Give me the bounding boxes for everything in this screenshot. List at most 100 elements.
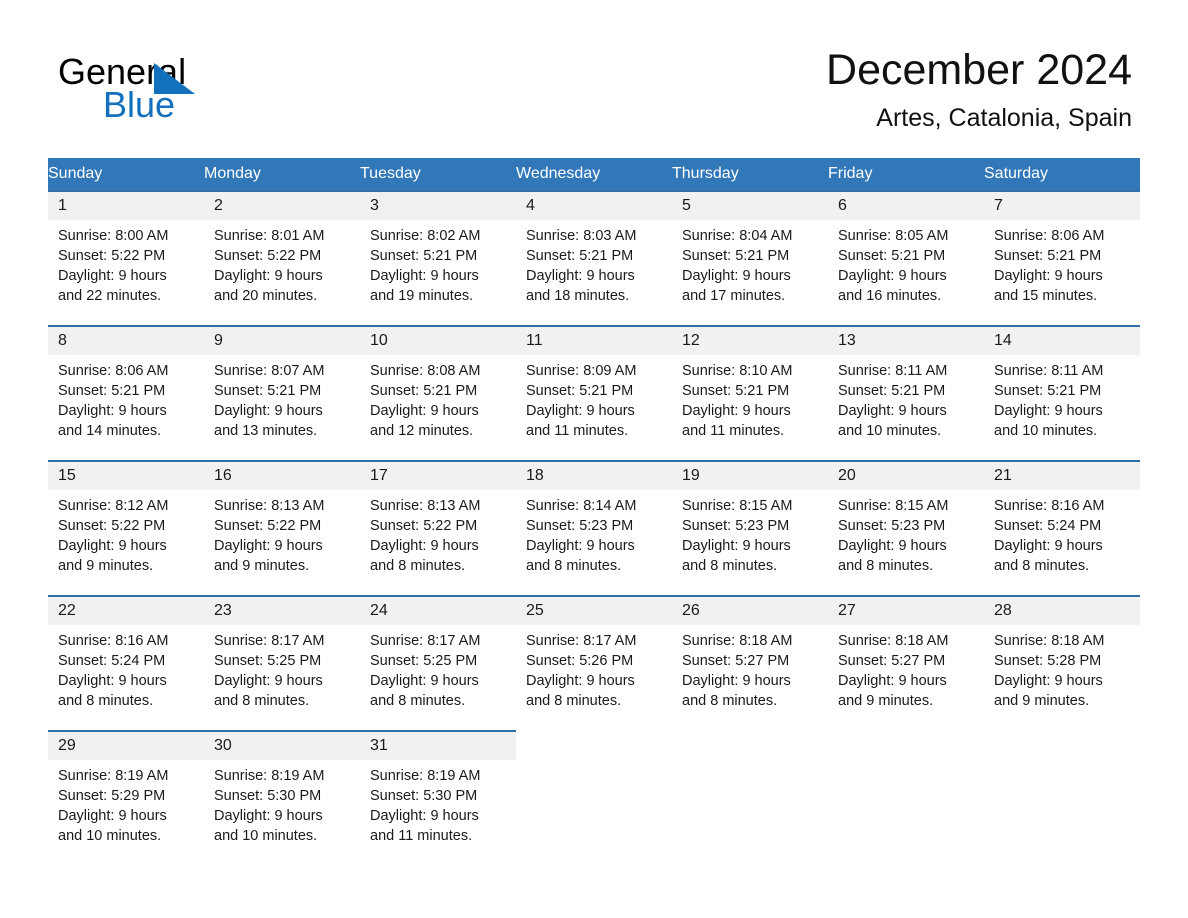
day-cell[interactable]: 24 Sunrise: 8:17 AM Sunset: 5:25 PM Dayl… xyxy=(360,595,516,731)
day-cell[interactable]: 18 Sunrise: 8:14 AM Sunset: 5:23 PM Dayl… xyxy=(516,460,672,596)
day-number: 16 xyxy=(204,462,360,490)
day-cell[interactable]: 19 Sunrise: 8:15 AM Sunset: 5:23 PM Dayl… xyxy=(672,460,828,596)
day-cell[interactable]: 2 Sunrise: 8:01 AM Sunset: 5:22 PM Dayli… xyxy=(204,190,360,326)
day-number: 18 xyxy=(516,462,672,490)
day-cell[interactable]: 10 Sunrise: 8:08 AM Sunset: 5:21 PM Dayl… xyxy=(360,325,516,461)
day-cell[interactable]: 31 Sunrise: 8:19 AM Sunset: 5:30 PM Dayl… xyxy=(360,730,516,866)
sunrise-text: Sunrise: 8:11 AM xyxy=(994,363,1104,379)
sunrise-text: Sunrise: 8:14 AM xyxy=(526,498,637,514)
sunset-text: Sunset: 5:22 PM xyxy=(370,518,478,534)
daylight-text: Daylight: 9 hours xyxy=(526,403,635,419)
day-cell[interactable]: 28 Sunrise: 8:18 AM Sunset: 5:28 PM Dayl… xyxy=(984,595,1140,731)
day-number: 12 xyxy=(672,327,828,355)
daylight-text: Daylight: 9 hours xyxy=(370,808,479,824)
sunrise-text: Sunrise: 8:18 AM xyxy=(682,633,793,649)
sunset-text: Sunset: 5:23 PM xyxy=(838,518,946,534)
day-cell[interactable]: 29 Sunrise: 8:19 AM Sunset: 5:29 PM Dayl… xyxy=(48,730,204,866)
week-row: 1 Sunrise: 8:00 AM Sunset: 5:22 PM Dayli… xyxy=(48,190,1140,326)
daylight-text-cont: and 15 minutes. xyxy=(994,288,1098,304)
daylight-text-cont: and 8 minutes. xyxy=(214,693,310,709)
day-cell[interactable]: 17 Sunrise: 8:13 AM Sunset: 5:22 PM Dayl… xyxy=(360,460,516,596)
day-info: Sunrise: 8:16 AM Sunset: 5:24 PM Dayligh… xyxy=(984,490,1140,576)
day-number: 28 xyxy=(984,597,1140,625)
daylight-text: Daylight: 9 hours xyxy=(526,673,635,689)
day-info: Sunrise: 8:11 AM Sunset: 5:21 PM Dayligh… xyxy=(984,355,1140,441)
sunrise-text: Sunrise: 8:00 AM xyxy=(58,228,169,244)
day-number: 10 xyxy=(360,327,516,355)
title-block: December 2024 Artes, Catalonia, Spain xyxy=(826,44,1132,134)
sunset-text: Sunset: 5:24 PM xyxy=(58,653,166,669)
sunrise-text: Sunrise: 8:07 AM xyxy=(214,363,325,379)
day-cell[interactable]: 3 Sunrise: 8:02 AM Sunset: 5:21 PM Dayli… xyxy=(360,190,516,326)
day-info: Sunrise: 8:03 AM Sunset: 5:21 PM Dayligh… xyxy=(516,220,672,306)
sunrise-text: Sunrise: 8:19 AM xyxy=(214,768,325,784)
daylight-text: Daylight: 9 hours xyxy=(994,268,1103,284)
day-cell[interactable]: 14 Sunrise: 8:11 AM Sunset: 5:21 PM Dayl… xyxy=(984,325,1140,461)
daylight-text: Daylight: 9 hours xyxy=(682,538,791,554)
day-cell[interactable]: 6 Sunrise: 8:05 AM Sunset: 5:21 PM Dayli… xyxy=(828,190,984,326)
daylight-text: Daylight: 9 hours xyxy=(370,538,479,554)
day-cell[interactable]: 11 Sunrise: 8:09 AM Sunset: 5:21 PM Dayl… xyxy=(516,325,672,461)
daylight-text: Daylight: 9 hours xyxy=(214,673,323,689)
day-number: 27 xyxy=(828,597,984,625)
day-cell[interactable]: 26 Sunrise: 8:18 AM Sunset: 5:27 PM Dayl… xyxy=(672,595,828,731)
daylight-text: Daylight: 9 hours xyxy=(58,268,167,284)
day-cell[interactable]: 20 Sunrise: 8:15 AM Sunset: 5:23 PM Dayl… xyxy=(828,460,984,596)
daylight-text: Daylight: 9 hours xyxy=(214,268,323,284)
day-cell[interactable]: 27 Sunrise: 8:18 AM Sunset: 5:27 PM Dayl… xyxy=(828,595,984,731)
day-cell[interactable]: 1 Sunrise: 8:00 AM Sunset: 5:22 PM Dayli… xyxy=(48,190,204,326)
sunrise-text: Sunrise: 8:10 AM xyxy=(682,363,793,379)
day-info: Sunrise: 8:09 AM Sunset: 5:21 PM Dayligh… xyxy=(516,355,672,441)
daylight-text-cont: and 20 minutes. xyxy=(214,288,318,304)
sunset-text: Sunset: 5:28 PM xyxy=(994,653,1102,669)
sunrise-text: Sunrise: 8:12 AM xyxy=(58,498,169,514)
generalblue-logo[interactable]: General Blue xyxy=(58,52,358,127)
sunset-text: Sunset: 5:25 PM xyxy=(214,653,322,669)
daylight-text-cont: and 16 minutes. xyxy=(838,288,942,304)
day-cell[interactable]: 9 Sunrise: 8:07 AM Sunset: 5:21 PM Dayli… xyxy=(204,325,360,461)
daylight-text: Daylight: 9 hours xyxy=(682,673,791,689)
day-number: 20 xyxy=(828,462,984,490)
day-info: Sunrise: 8:17 AM Sunset: 5:25 PM Dayligh… xyxy=(204,625,360,711)
day-info: Sunrise: 8:16 AM Sunset: 5:24 PM Dayligh… xyxy=(48,625,204,711)
day-cell[interactable]: 22 Sunrise: 8:16 AM Sunset: 5:24 PM Dayl… xyxy=(48,595,204,731)
daylight-text-cont: and 17 minutes. xyxy=(682,288,786,304)
day-number: 26 xyxy=(672,597,828,625)
sunrise-text: Sunrise: 8:19 AM xyxy=(58,768,169,784)
day-info: Sunrise: 8:00 AM Sunset: 5:22 PM Dayligh… xyxy=(48,220,204,306)
day-number: 30 xyxy=(204,732,360,760)
sunrise-text: Sunrise: 8:15 AM xyxy=(682,498,793,514)
day-number: 8 xyxy=(48,327,204,355)
day-cell[interactable]: 15 Sunrise: 8:12 AM Sunset: 5:22 PM Dayl… xyxy=(48,460,204,596)
day-cell[interactable]: 4 Sunrise: 8:03 AM Sunset: 5:21 PM Dayli… xyxy=(516,190,672,326)
day-cell[interactable]: 23 Sunrise: 8:17 AM Sunset: 5:25 PM Dayl… xyxy=(204,595,360,731)
sunset-text: Sunset: 5:21 PM xyxy=(526,383,634,399)
day-number: 1 xyxy=(48,192,204,220)
weekday-header-wednesday: Wednesday xyxy=(516,158,672,191)
day-cell[interactable]: 12 Sunrise: 8:10 AM Sunset: 5:21 PM Dayl… xyxy=(672,325,828,461)
daylight-text: Daylight: 9 hours xyxy=(58,673,167,689)
day-number: 23 xyxy=(204,597,360,625)
daylight-text-cont: and 8 minutes. xyxy=(370,558,466,574)
day-cell[interactable]: 30 Sunrise: 8:19 AM Sunset: 5:30 PM Dayl… xyxy=(204,730,360,866)
day-cell[interactable]: 7 Sunrise: 8:06 AM Sunset: 5:21 PM Dayli… xyxy=(984,190,1140,326)
day-info: Sunrise: 8:06 AM Sunset: 5:21 PM Dayligh… xyxy=(48,355,204,441)
weekday-header-row: Sunday Monday Tuesday Wednesday Thursday… xyxy=(48,158,1140,191)
sunset-text: Sunset: 5:21 PM xyxy=(994,383,1102,399)
daylight-text: Daylight: 9 hours xyxy=(370,268,479,284)
day-cell[interactable]: 8 Sunrise: 8:06 AM Sunset: 5:21 PM Dayli… xyxy=(48,325,204,461)
page-header: General Blue December 2024 Artes, Catalo… xyxy=(0,0,1188,155)
day-number: 14 xyxy=(984,327,1140,355)
day-cell[interactable]: 21 Sunrise: 8:16 AM Sunset: 5:24 PM Dayl… xyxy=(984,460,1140,596)
day-number xyxy=(672,732,828,760)
calendar-page: General Blue December 2024 Artes, Catalo… xyxy=(0,0,1188,918)
day-cell[interactable]: 25 Sunrise: 8:17 AM Sunset: 5:26 PM Dayl… xyxy=(516,595,672,731)
day-info: Sunrise: 8:10 AM Sunset: 5:21 PM Dayligh… xyxy=(672,355,828,441)
day-cell[interactable]: 16 Sunrise: 8:13 AM Sunset: 5:22 PM Dayl… xyxy=(204,460,360,596)
day-info: Sunrise: 8:14 AM Sunset: 5:23 PM Dayligh… xyxy=(516,490,672,576)
day-cell[interactable]: 5 Sunrise: 8:04 AM Sunset: 5:21 PM Dayli… xyxy=(672,190,828,326)
day-cell[interactable]: 13 Sunrise: 8:11 AM Sunset: 5:21 PM Dayl… xyxy=(828,325,984,461)
daylight-text: Daylight: 9 hours xyxy=(838,538,947,554)
sunset-text: Sunset: 5:27 PM xyxy=(682,653,790,669)
day-number: 25 xyxy=(516,597,672,625)
